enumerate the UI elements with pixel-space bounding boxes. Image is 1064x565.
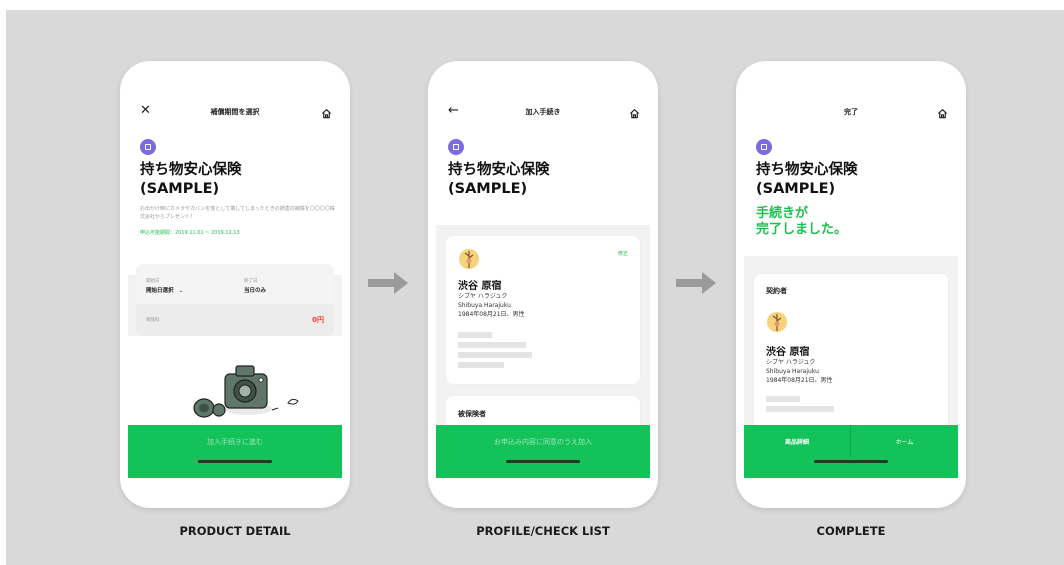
start-date-label: 開始日 [146,279,160,284]
applicant-kana: シブヤ ハラジュク [458,293,508,300]
navbar: ✕ 補償期間を選択 [128,98,342,128]
product-name: 持ち物安心保険 [448,162,550,178]
edit-link[interactable]: 修正 [618,250,628,257]
phone-product-detail: ✕ 補償期間を選択 持ち物安心保険 (SAMPLE) お出かけ時にカメラやカバン… [120,61,350,508]
contractor-roman-name: Shibuya Harajuku [766,368,819,375]
navbar: ← 加入手続き [436,98,650,128]
home-icon[interactable] [629,104,640,123]
home-icon[interactable] [937,104,948,123]
screen-complete: 完了 持ち物安心保険 (SAMPLE) 手続きが 完了しました。 契約者 渋谷 … [744,98,958,478]
screen-product-detail: ✕ 補償期間を選択 持ち物安心保険 (SAMPLE) お出かけ時にカメラやカバン… [128,98,342,478]
product-name: 持ち物安心保険 [756,162,858,178]
product-box-icon [140,139,156,155]
phone-profile-check-list: ← 加入手続き 持ち物安心保険 (SAMPLE) 修正 渋谷 原宿 シブヤ ハラ… [428,61,658,508]
home-button-label: ホーム [895,439,914,446]
completion-message: 手続きが 完了しました。 [756,206,847,238]
caption-product-detail: PRODUCT DETAIL [179,524,291,538]
screen-profile-check-list: ← 加入手続き 持ち物安心保険 (SAMPLE) 修正 渋谷 原宿 シブヤ ハラ… [436,98,650,478]
contractor-section-title: 契約者 [766,287,787,295]
product-sample-tag: (SAMPLE) [140,181,220,197]
placeholder-line [458,352,532,358]
caption-complete: COMPLETE [816,524,886,538]
placeholder-line [458,342,526,348]
contractor-details: シブヤ ハラジュク Shibuya Harajuku 1984年08月21日、男… [766,358,833,385]
contractor-birth-gender: 1984年08月21日、男性 [766,377,833,384]
applicant-birth-gender: 1984年08月21日、男性 [458,311,525,318]
completion-line-1: 手続きが [756,206,809,221]
placeholder-line [458,362,504,368]
nav-title: 補償期間を選択 [210,108,260,116]
navbar: 完了 [744,98,958,128]
home-icon[interactable] [321,104,332,123]
chevron-down-icon: ⌄ [178,288,184,294]
camera-illustration [193,365,299,418]
presentation-canvas: ✕ 補償期間を選択 持ち物安心保険 (SAMPLE) お出かけ時にカメラやカバン… [6,10,1064,565]
product-title: 持ち物安心保険 (SAMPLE) [140,161,335,199]
start-date-value: 開始日選択 [146,288,174,294]
illustration-area [128,336,342,426]
nav-title: 加入手続き [525,108,561,116]
start-date-select[interactable]: 開始日選択 ⌄ [146,286,183,294]
end-date-label: 終了日 [244,279,258,284]
application-period: 申込可能期間：2019.11.01 ~ 2019.12.13 [140,230,240,236]
placeholder-line [766,406,834,412]
contractor-kana: シブヤ ハラジュク [766,359,816,366]
placeholder-line [458,332,492,338]
product-detail-button[interactable]: 商品詳細 [744,425,851,457]
coverage-period-card: 開始日 開始日選択 ⌄ 終了日 当日のみ 保険料 0円 [136,264,334,336]
applicant-name: 渋谷 原宿 [458,281,502,292]
applicant-card: 修正 渋谷 原宿 シブヤ ハラジュク Shibuya Harajuku 1984… [446,236,640,384]
bottom-button-bar: 商品詳細 ホーム [744,425,958,478]
agree-and-join-button[interactable]: お申込み内容に同意のうえ加入 [436,425,650,478]
product-box-icon [756,139,772,155]
product-detail-label: 商品詳細 [784,439,809,446]
flow-arrow-icon [368,272,408,294]
applicant-roman-name: Shibuya Harajuku [458,302,511,309]
product-sample-tag: (SAMPLE) [448,181,528,197]
end-date-value: 当日のみ [244,288,267,294]
agree-and-join-label: お申込み内容に同意のうえ加入 [494,438,592,446]
phone-complete: 完了 持ち物安心保険 (SAMPLE) 手続きが 完了しました。 契約者 渋谷 … [736,61,966,508]
nav-title: 完了 [844,108,858,116]
product-title: 持ち物安心保険 (SAMPLE) [448,161,643,199]
product-box-icon [448,139,464,155]
home-indicator [814,460,888,463]
avatar-illustration [459,249,479,269]
insured-section-title: 被保険者 [458,410,486,418]
premium-value: 0円 [312,316,324,324]
contractor-card: 契約者 渋谷 原宿 シブヤ ハラジュク Shibuya Harajuku 198… [754,274,948,434]
home-indicator [198,460,272,463]
product-description: お出かけ時にカメラやカバンを落として壊してしまったときの損害の補償を〇〇〇〇株式… [140,206,335,220]
premium-row: 保険料 0円 [136,304,334,336]
home-button[interactable]: ホーム [851,425,958,457]
placeholder-line [766,396,800,402]
avatar-illustration [767,312,787,332]
proceed-button[interactable]: 加入手続きに進む [128,425,342,478]
flow-arrow-icon [676,272,716,294]
completion-line-2: 完了しました。 [756,222,848,237]
contractor-name: 渋谷 原宿 [766,347,810,358]
product-title: 持ち物安心保険 (SAMPLE) [756,161,951,199]
applicant-details: シブヤ ハラジュク Shibuya Harajuku 1984年08月21日、男… [458,292,525,319]
home-indicator [506,460,580,463]
proceed-button-label: 加入手続きに進む [207,438,263,446]
product-name: 持ち物安心保険 [140,162,242,178]
caption-profile-check-list: PROFILE/CHECK LIST [476,524,610,538]
product-sample-tag: (SAMPLE) [756,181,836,197]
premium-label: 保険料 [146,318,160,323]
